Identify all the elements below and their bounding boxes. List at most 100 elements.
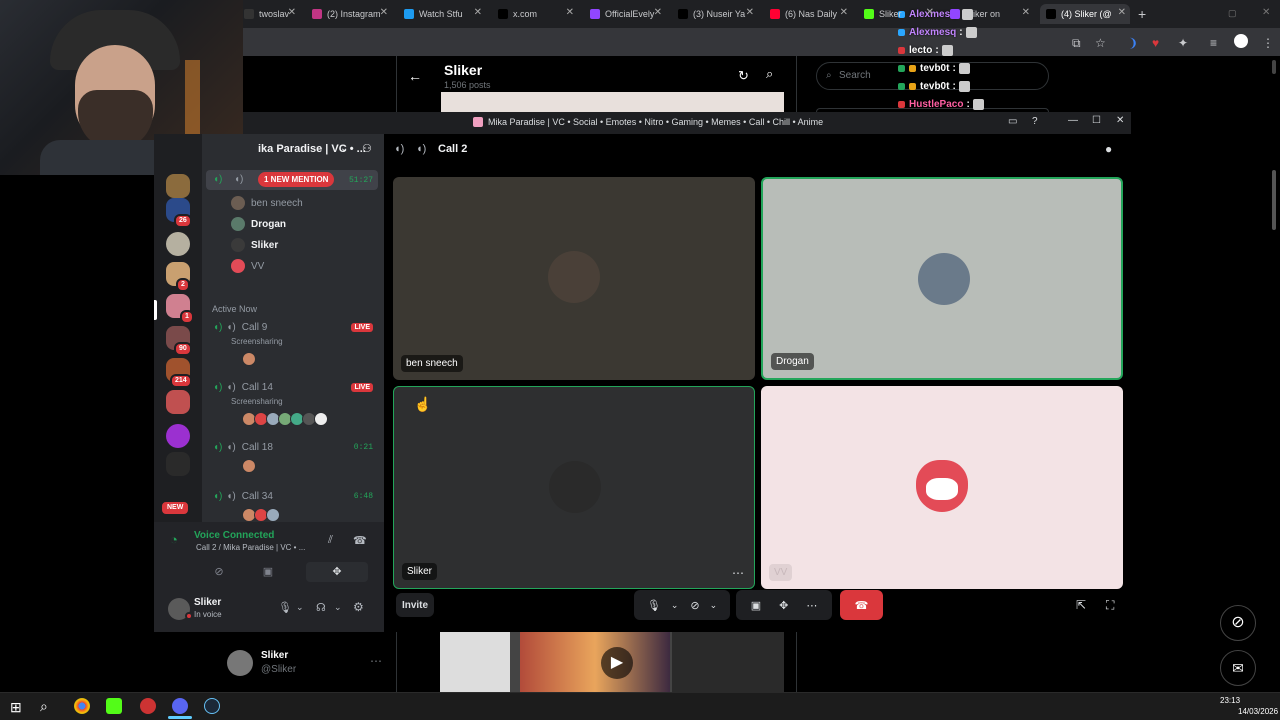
clock-time[interactable]: 23:13 bbox=[1220, 696, 1240, 705]
browser-tab[interactable]: (4) Sliker (@ ✕ bbox=[1040, 4, 1130, 24]
close-tab-icon[interactable]: ✕ bbox=[926, 7, 934, 18]
clock-date[interactable]: 14/03/2026 bbox=[1238, 707, 1278, 716]
tweet-media[interactable]: ▶ bbox=[440, 632, 784, 694]
play-icon[interactable]: ▶ bbox=[601, 647, 633, 679]
channel-participants[interactable] bbox=[242, 412, 328, 426]
close-tab-icon[interactable]: ✕ bbox=[380, 7, 388, 18]
voice-user[interactable]: Drogan bbox=[231, 217, 286, 231]
activities-button[interactable]: ✥ bbox=[306, 562, 368, 582]
kick-icon[interactable] bbox=[106, 698, 122, 714]
participant-tile[interactable]: ben sneech bbox=[393, 177, 755, 380]
add-friend-icon[interactable]: ⚇ bbox=[362, 142, 372, 155]
browser-tab[interactable]: (6) Nas Daily ✕ bbox=[764, 4, 852, 24]
steam-icon[interactable] bbox=[204, 698, 220, 714]
back-arrow-icon[interactable]: ← bbox=[408, 68, 422, 84]
voice-user[interactable]: VV bbox=[231, 259, 264, 273]
voice-user[interactable]: Sliker bbox=[231, 238, 278, 252]
close-button[interactable]: ✕ bbox=[1116, 115, 1124, 126]
headphones-icon[interactable]: ☊ bbox=[316, 601, 326, 614]
profile-avatar[interactable] bbox=[1234, 34, 1248, 48]
discord-icon[interactable] bbox=[172, 698, 188, 714]
search-icon[interactable]: ⌕ bbox=[766, 66, 773, 82]
close-tab-icon[interactable]: ✕ bbox=[654, 7, 662, 18]
chevron-down-icon[interactable]: ⌄ bbox=[671, 600, 679, 611]
minimize-window-button[interactable]: ▢ bbox=[1228, 8, 1237, 19]
media-icon[interactable]: ≡ bbox=[1210, 36, 1217, 50]
voice-channel[interactable]: ◖) ◖) Call 9 LIVE bbox=[213, 322, 373, 333]
voice-location[interactable]: Call 2 / Mika Paradise | VC • ... bbox=[196, 543, 305, 552]
browser-tab[interactable]: twoslav ✕ bbox=[238, 4, 300, 24]
activities-icon[interactable]: ✥ bbox=[779, 599, 788, 612]
extension-icon[interactable]: ❩ bbox=[1128, 36, 1138, 50]
server-icon[interactable] bbox=[166, 424, 190, 448]
server-icon[interactable] bbox=[166, 452, 190, 476]
chat-bubble-icon[interactable]: ● bbox=[1105, 142, 1112, 156]
scrollbar[interactable] bbox=[1272, 60, 1276, 74]
participant-tile[interactable]: Sliker ⋯ bbox=[393, 386, 755, 589]
disconnect-icon[interactable]: ☎ bbox=[353, 534, 367, 547]
channel-participants[interactable] bbox=[242, 508, 280, 522]
camera-off-icon[interactable]: ⊘ bbox=[690, 599, 699, 612]
refresh-icon[interactable]: ↻ bbox=[738, 68, 749, 84]
bookmark-star-icon[interactable]: ☆ bbox=[1095, 36, 1106, 50]
server-header[interactable]: ika Paradise | VC • ... ⌄ ⚇ bbox=[202, 134, 384, 164]
chevron-down-icon[interactable]: ⌄ bbox=[334, 602, 342, 613]
close-tab-icon[interactable]: ✕ bbox=[288, 7, 296, 18]
participant-tile[interactable]: VV bbox=[761, 386, 1123, 589]
tweet-author-handle[interactable]: @Sliker bbox=[261, 664, 296, 675]
voice-connected-label[interactable]: Voice Connected bbox=[194, 530, 274, 541]
tweet-author-name[interactable]: Sliker bbox=[261, 650, 288, 661]
browser-tab[interactable]: (2) Instagram ✕ bbox=[306, 4, 392, 24]
close-tab-icon[interactable]: ✕ bbox=[566, 7, 574, 18]
channel-participants[interactable] bbox=[242, 459, 256, 473]
menu-icon[interactable]: ⋮ bbox=[1262, 36, 1274, 50]
new-badge[interactable]: NEW bbox=[160, 500, 191, 516]
mic-icon[interactable]: 🎙︎ bbox=[278, 601, 292, 614]
signal-icon[interactable]: ◔ bbox=[170, 532, 178, 547]
close-tab-icon[interactable]: ✕ bbox=[1022, 7, 1030, 18]
scrollbar-thumb[interactable] bbox=[1272, 170, 1276, 230]
chevron-down-icon[interactable]: ⌄ bbox=[340, 143, 348, 154]
windows-start-icon[interactable]: ⊞ bbox=[10, 699, 22, 716]
close-tab-icon[interactable]: ✕ bbox=[840, 7, 848, 18]
maximize-button[interactable]: ☐ bbox=[1092, 115, 1101, 126]
browser-tab[interactable]: x.com ✕ bbox=[492, 4, 578, 24]
help-icon[interactable]: ? bbox=[1032, 116, 1038, 127]
voice-channel[interactable]: ◖) ◖) Call 14 LIVE bbox=[213, 382, 373, 393]
server-icon[interactable] bbox=[166, 174, 190, 198]
chevron-down-icon[interactable]: ⌄ bbox=[710, 600, 718, 611]
close-window-button[interactable]: ✕ bbox=[1262, 7, 1270, 18]
voice-channel[interactable]: ◖) ◖) Call 34 6:48 bbox=[213, 491, 373, 502]
mention-badge[interactable]: 1 NEW MENTION bbox=[258, 172, 335, 187]
noise-suppression-icon[interactable]: ⫽ bbox=[328, 534, 333, 547]
mic-icon[interactable]: 🎙︎ bbox=[647, 599, 661, 612]
avatar[interactable] bbox=[227, 650, 253, 676]
inbox-icon[interactable]: ▭ bbox=[1008, 116, 1017, 127]
screen-share-icon[interactable]: ▣ bbox=[751, 599, 761, 612]
chevron-down-icon[interactable]: ⌄ bbox=[296, 602, 304, 613]
close-tab-icon[interactable]: ✕ bbox=[1118, 7, 1126, 18]
close-tab-icon[interactable]: ✕ bbox=[474, 7, 482, 18]
server-icon[interactable] bbox=[166, 232, 190, 256]
more-options-icon[interactable]: ⋯ bbox=[370, 654, 382, 668]
invite-button[interactable]: Invite bbox=[396, 593, 434, 617]
browser-tab[interactable]: Watch Stfu ✕ bbox=[398, 4, 486, 24]
settings-gear-icon[interactable]: ⚙ bbox=[353, 600, 364, 614]
app-icon[interactable] bbox=[140, 698, 156, 714]
browser-tab[interactable]: OfficialEvely ✕ bbox=[584, 4, 666, 24]
server-icon[interactable] bbox=[166, 390, 190, 414]
voice-user[interactable]: ben sneech bbox=[231, 196, 303, 210]
search-icon[interactable]: ⌕ bbox=[40, 698, 48, 715]
browser-tab[interactable]: Sliker on ✕ bbox=[944, 4, 1034, 24]
minimize-button[interactable]: — bbox=[1068, 115, 1078, 126]
close-tab-icon[interactable]: ✕ bbox=[746, 7, 754, 18]
participant-tile[interactable]: Drogan bbox=[761, 177, 1123, 380]
user-name[interactable]: Sliker bbox=[194, 597, 221, 608]
browser-tab[interactable]: (3) Nuseir Ya ✕ bbox=[672, 4, 758, 24]
more-options-icon[interactable]: ⋯ bbox=[806, 599, 817, 612]
more-options-icon[interactable]: ⋯ bbox=[732, 566, 744, 580]
puzzle-icon[interactable]: ✦ bbox=[1178, 36, 1188, 50]
chrome-icon[interactable] bbox=[74, 698, 90, 714]
install-icon[interactable]: ⧉ bbox=[1072, 36, 1081, 51]
voice-channel[interactable]: ◖) ◖) Call 18 0:21 bbox=[213, 442, 373, 453]
